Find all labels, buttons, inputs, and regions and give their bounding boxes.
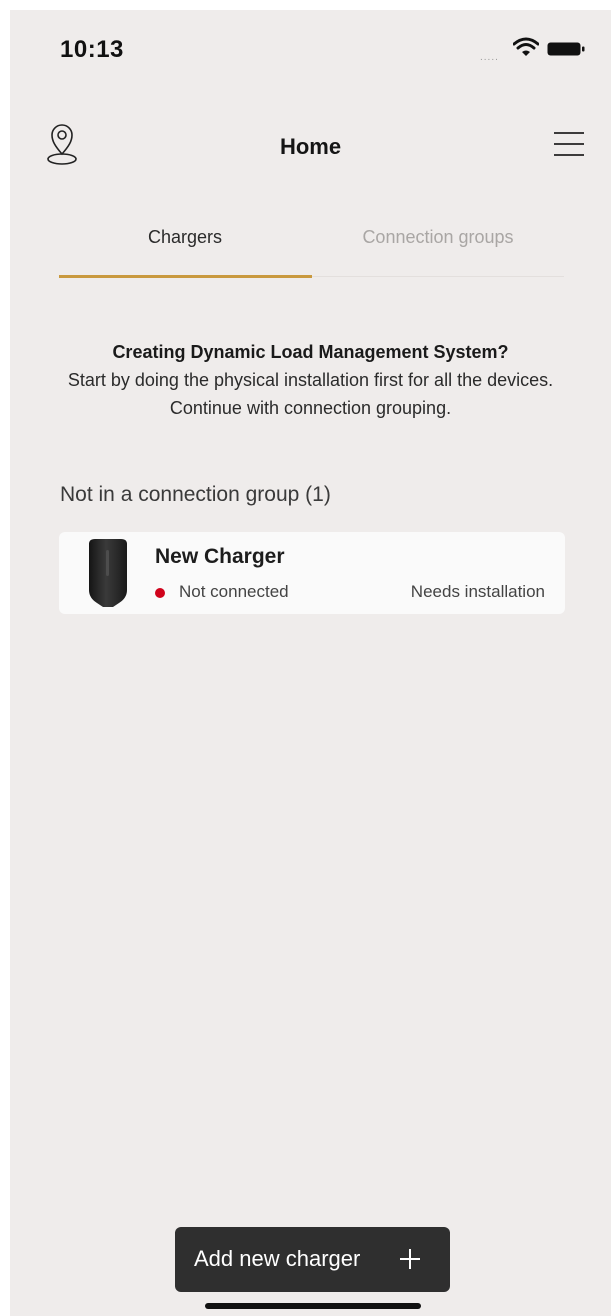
charger-name: New Charger <box>155 545 285 568</box>
plus-icon <box>400 1249 420 1269</box>
add-new-charger-button[interactable]: Add new charger <box>175 1227 450 1292</box>
status-time: 10:13 <box>60 36 124 63</box>
status-bar: 10:13 ..... <box>10 10 611 90</box>
wifi-icon <box>513 37 539 56</box>
tab-chargers[interactable]: Chargers <box>59 216 311 274</box>
add-button-label: Add new charger <box>194 1246 361 1271</box>
info-body: Start by doing the physical installation… <box>67 370 554 418</box>
charger-device-icon <box>89 539 127 607</box>
page-title: Home <box>279 134 342 159</box>
status-dot <box>155 588 165 598</box>
home-indicator <box>205 1303 421 1309</box>
cellular-signal-icon: ..... <box>480 52 499 63</box>
active-tab-indicator <box>59 275 312 278</box>
navigation-bar: Home <box>10 116 611 176</box>
charger-card[interactable]: New Charger Not connected Needs installa… <box>59 532 565 614</box>
tab-connection-groups[interactable]: Connection groups <box>312 216 564 274</box>
tab-bar: Chargers Connection groups <box>59 216 564 278</box>
connection-status: Not connected <box>179 582 289 601</box>
info-title: Creating Dynamic Load Management System? <box>112 342 509 362</box>
hamburger-menu-icon[interactable] <box>553 128 585 160</box>
app-screen: 10:13 ..... Home Chargers Connection gro… <box>10 10 611 1316</box>
installation-status: Needs installation <box>410 582 545 601</box>
battery-icon <box>547 42 585 56</box>
section-label: Not in a connection group (1) <box>60 483 331 506</box>
info-message: Creating Dynamic Load Management System?… <box>50 338 571 422</box>
